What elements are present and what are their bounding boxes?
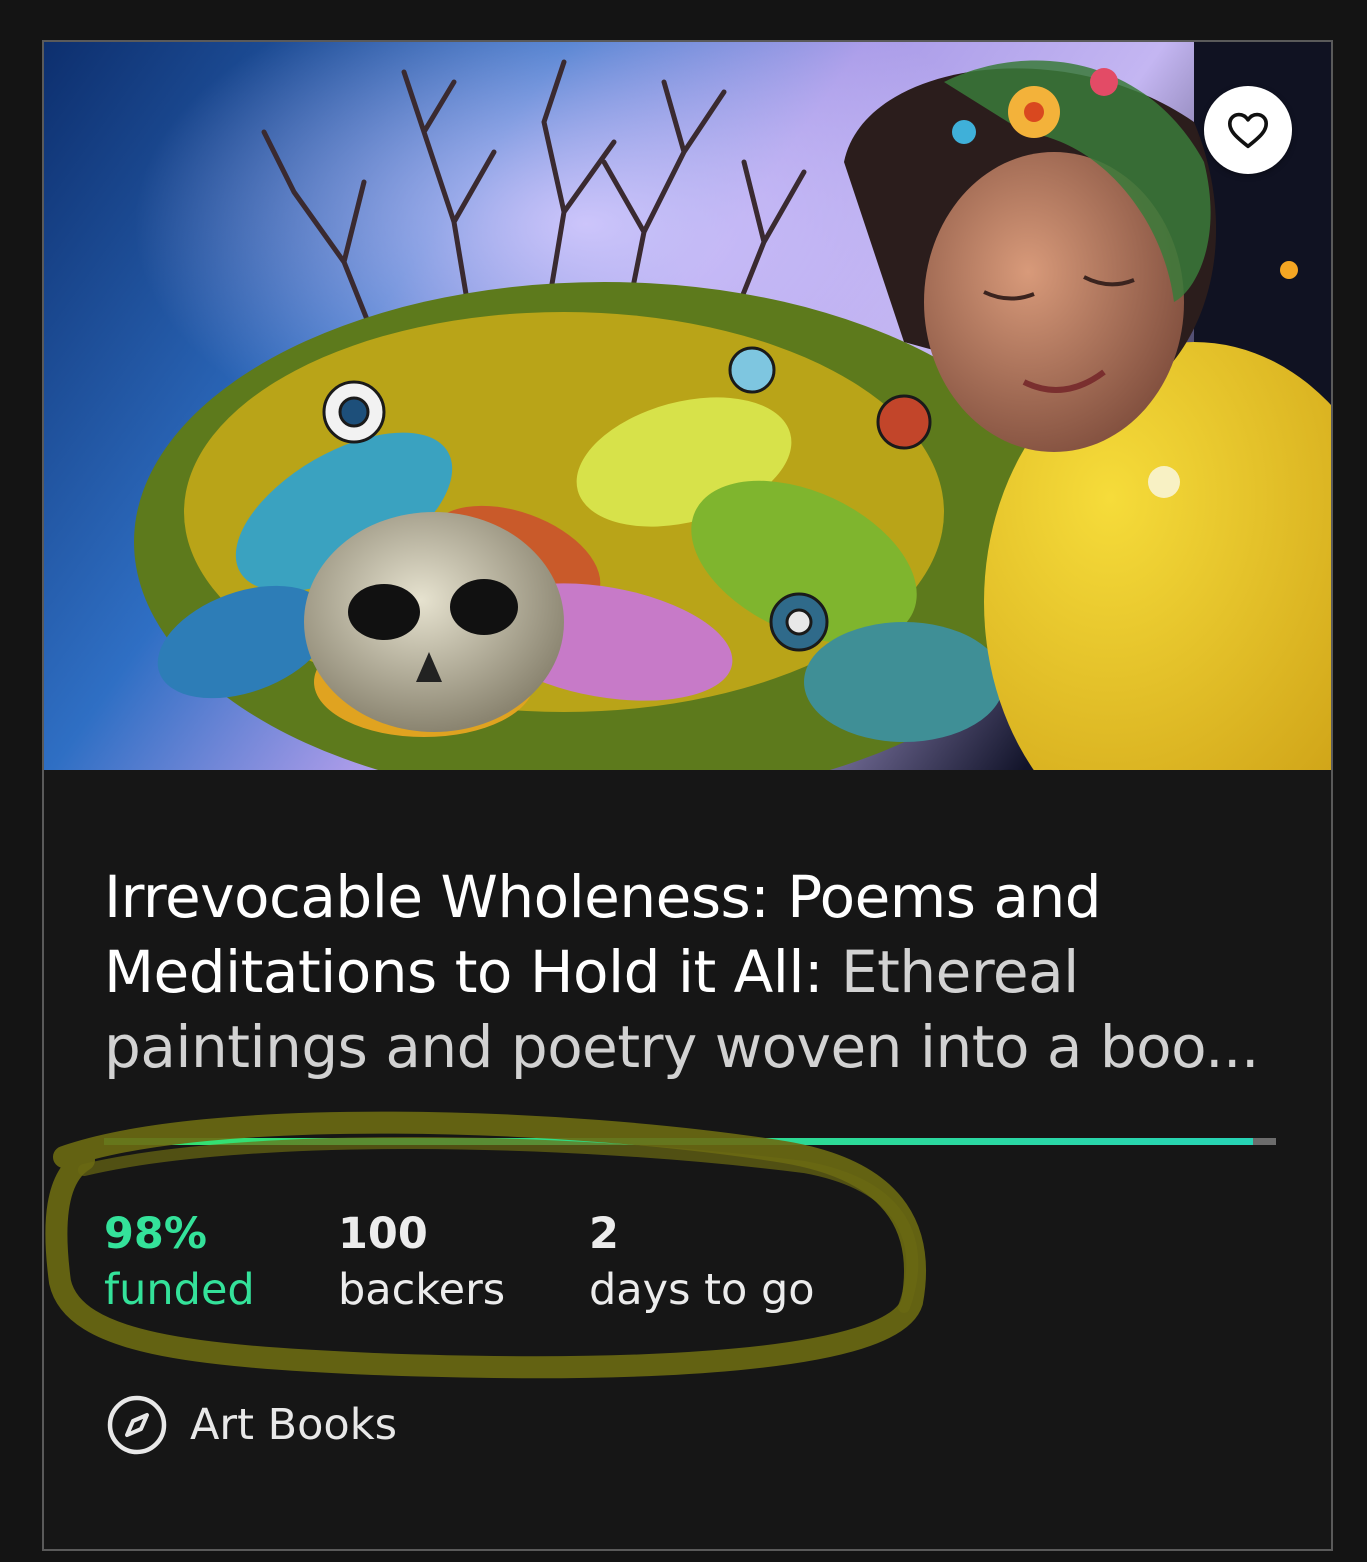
funding-progress-fill	[104, 1138, 1253, 1145]
funding-stats: 98% funded 100 backers 2 days to go	[104, 1206, 1004, 1326]
heart-outline-icon	[1228, 112, 1268, 149]
funding-progress-bar	[104, 1138, 1276, 1145]
project-image[interactable]	[44, 42, 1331, 770]
project-card[interactable]: Irrevocable Wholeness: Poems and Meditat…	[42, 40, 1333, 1551]
funded-label: funded	[104, 1265, 255, 1315]
painting-illustration	[44, 42, 1331, 770]
category-link[interactable]: Art Books	[106, 1394, 397, 1456]
favorite-button[interactable]	[1204, 86, 1292, 174]
stat-days: 2 days to go	[589, 1206, 815, 1318]
funded-percent: 98%	[104, 1209, 207, 1259]
backers-count: 100	[338, 1209, 428, 1259]
days-count: 2	[589, 1209, 619, 1259]
stat-funded: 98% funded	[104, 1206, 255, 1318]
days-label: days to go	[589, 1265, 815, 1315]
compass-icon	[107, 1395, 167, 1455]
stat-backers: 100 backers	[338, 1206, 505, 1318]
category-label[interactable]: Art Books	[190, 1400, 397, 1450]
backers-label: backers	[338, 1265, 506, 1315]
project-title-link[interactable]: Irrevocable Wholeness: Poems and Meditat…	[104, 860, 1284, 1085]
